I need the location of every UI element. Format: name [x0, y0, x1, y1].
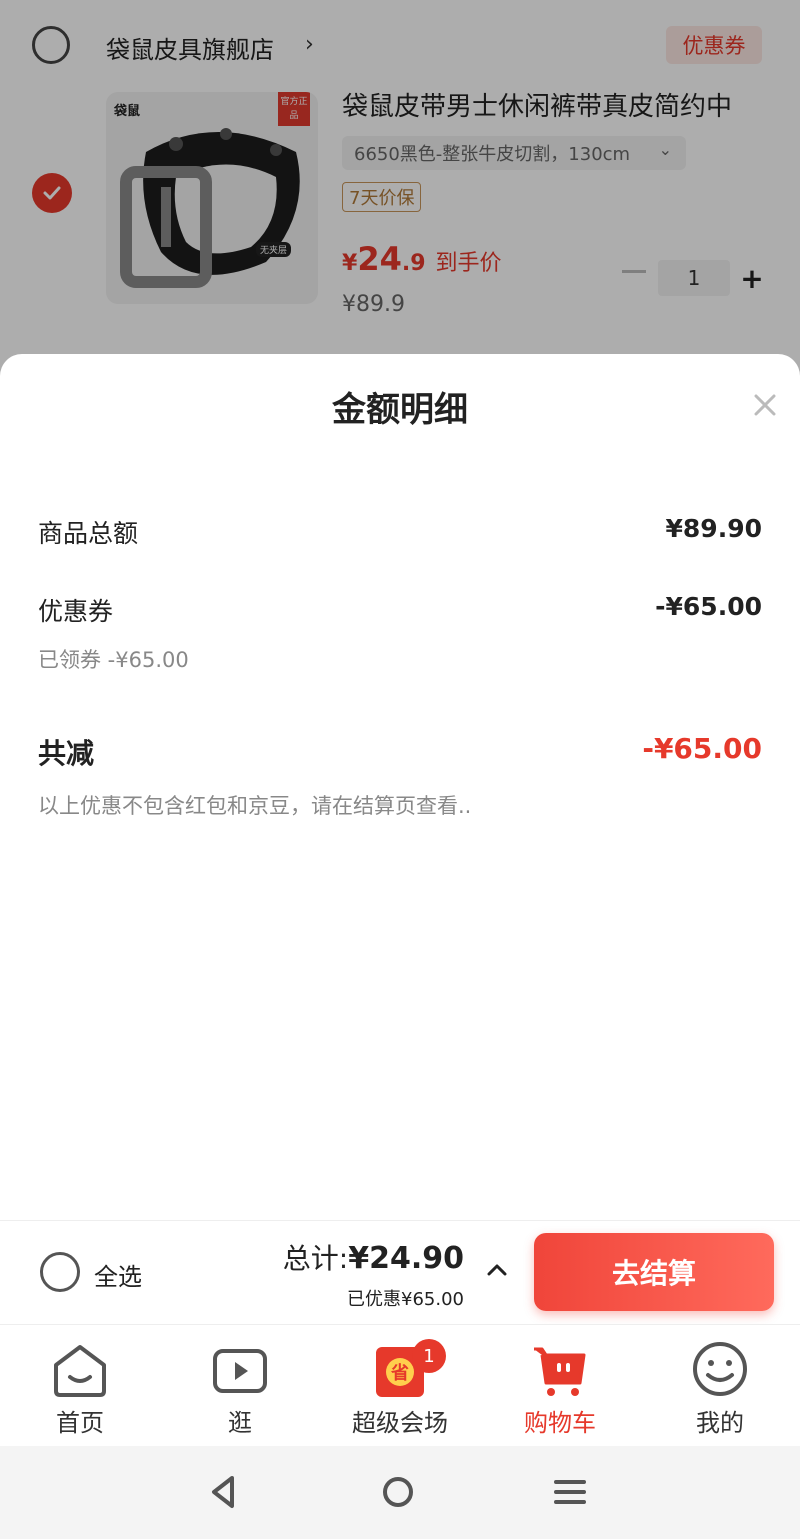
- smile-icon: [693, 1342, 747, 1396]
- tab-label: 购物车: [524, 1409, 596, 1437]
- coupon-label: 优惠券: [38, 597, 114, 626]
- amount-detail-sheet: 金额明细 商品总额 ¥89.90 优惠券 -¥65.00 已领券 -¥65.00…: [0, 354, 800, 1220]
- close-icon[interactable]: [750, 390, 780, 420]
- saved-amount: 已优惠¥65.00: [347, 1289, 464, 1310]
- cart-icon: [534, 1347, 586, 1396]
- menu-icon[interactable]: [548, 1470, 592, 1514]
- back-icon[interactable]: [202, 1470, 246, 1514]
- chevron-up-icon[interactable]: [482, 1255, 512, 1285]
- total-label: 总计:: [282, 1242, 349, 1275]
- home-icon: [54, 1345, 106, 1397]
- select-all-radio[interactable]: [40, 1252, 80, 1292]
- super-venue-icon-text: 省: [390, 1362, 409, 1384]
- system-nav-bar: [0, 1446, 800, 1539]
- coupon-claimed-text: 已领券 -¥65.00: [38, 648, 189, 672]
- goods-total-label: 商品总额: [38, 519, 139, 548]
- tab-mine[interactable]: 我的: [640, 1325, 800, 1447]
- tab-label: 我的: [696, 1409, 744, 1437]
- total-reduction-label: 共减: [38, 737, 95, 770]
- notification-badge: 1: [412, 1339, 446, 1373]
- tab-super-venue[interactable]: 省 1 超级会场: [320, 1325, 480, 1447]
- goods-total-value: ¥89.90: [665, 514, 762, 543]
- discount-note: 以上优惠不包含红包和京豆，请在结算页查看..: [38, 794, 472, 818]
- modal-overlay[interactable]: [0, 0, 800, 380]
- play-icon: [213, 1349, 267, 1393]
- coupon-value: -¥65.00: [655, 592, 762, 621]
- tab-label: 逛: [228, 1409, 252, 1437]
- home-circle-icon[interactable]: [376, 1470, 420, 1514]
- sheet-title: 金额明细: [332, 390, 468, 430]
- total-value: ¥24.90: [348, 1241, 464, 1276]
- tab-cart[interactable]: 购物车: [480, 1325, 640, 1447]
- checkout-button[interactable]: 去结算: [534, 1233, 774, 1311]
- tab-label: 首页: [56, 1409, 104, 1437]
- tab-home[interactable]: 首页: [0, 1325, 160, 1447]
- tab-label: 超级会场: [352, 1409, 448, 1437]
- bottom-tab-bar: 首页 逛 省 1 超级会场 购物车 我的: [0, 1324, 800, 1446]
- checkout-bar: 全选 总计: ¥24.90 已优惠¥65.00 去结算: [0, 1220, 800, 1324]
- total-line: 总计: ¥24.90: [283, 1237, 464, 1277]
- tab-browse[interactable]: 逛: [160, 1325, 320, 1447]
- total-reduction-value: -¥65.00: [642, 732, 762, 765]
- select-all-label[interactable]: 全选: [94, 1257, 142, 1292]
